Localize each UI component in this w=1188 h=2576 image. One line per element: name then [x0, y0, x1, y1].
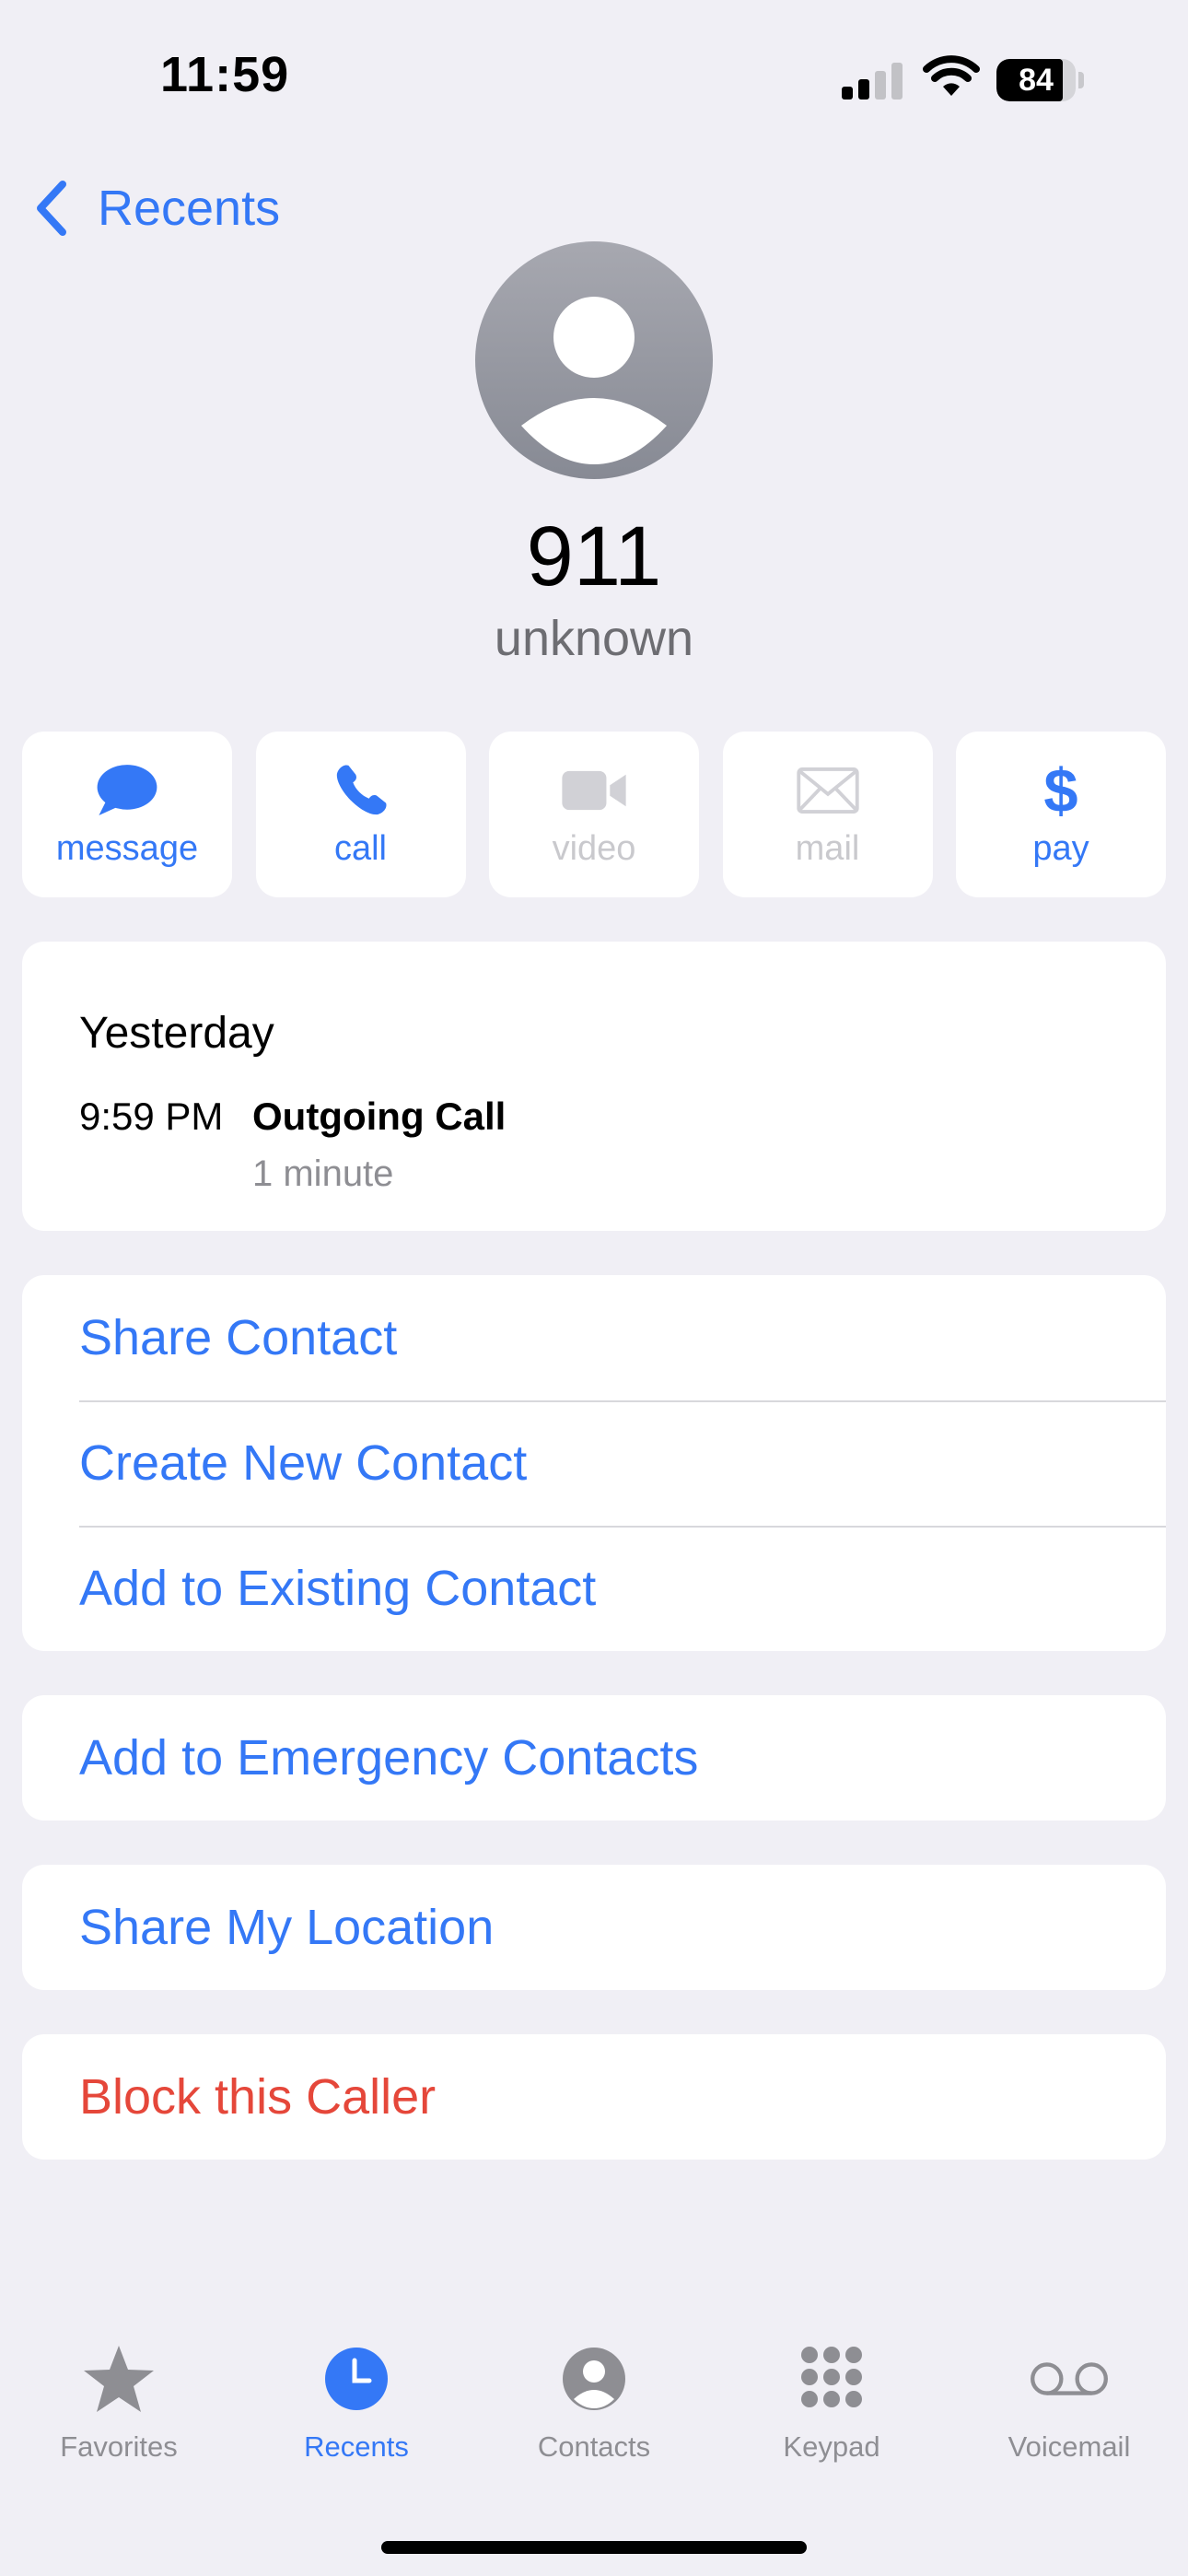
person-circle-icon — [563, 2348, 625, 2410]
cellular-signal-icon — [842, 63, 903, 100]
message-label: message — [55, 829, 199, 868]
video-button[interactable]: video — [489, 732, 699, 897]
keypad-icon — [801, 2347, 862, 2407]
home-indicator — [381, 2541, 807, 2554]
tab-recents[interactable]: Recents — [238, 2340, 475, 2478]
call-time: 9:59 PM — [79, 1095, 224, 1138]
tab-bar: Favorites Recents Contacts Keypad Voicem… — [0, 2340, 1188, 2478]
mail-button[interactable]: mail — [722, 732, 933, 897]
add-to-emergency-contacts-button[interactable]: Add to Emergency Contacts — [79, 1695, 1166, 1821]
voicemail-icon — [1031, 2362, 1108, 2395]
tab-label: Keypad — [783, 2430, 880, 2463]
contact-options-card: Share Contact Create New Contact Add to … — [22, 1275, 1166, 1651]
battery-icon: 84 — [996, 59, 1085, 101]
pay-button[interactable]: $ pay — [956, 732, 1166, 897]
tab-keypad[interactable]: Keypad — [713, 2340, 950, 2478]
contact-label: unknown — [494, 611, 694, 666]
contact-number: 911 — [526, 509, 662, 603]
call-history-card: Yesterday 9:59 PM Outgoing Call 1 minute — [22, 942, 1166, 1231]
tab-favorites[interactable]: Favorites — [0, 2340, 238, 2478]
quick-actions: message call video mail $ pay — [22, 732, 1166, 897]
emergency-card: Add to Emergency Contacts — [22, 1695, 1166, 1821]
message-button[interactable]: message — [22, 732, 232, 897]
phone-icon — [336, 765, 387, 815]
call-button[interactable]: call — [255, 732, 466, 897]
share-my-location-button[interactable]: Share My Location — [79, 1865, 1166, 1990]
tab-label: Recents — [304, 2430, 409, 2463]
location-card: Share My Location — [22, 1865, 1166, 1990]
pay-label: pay — [1032, 829, 1089, 868]
tab-voicemail[interactable]: Voicemail — [950, 2340, 1188, 2478]
mail-label: mail — [795, 829, 860, 868]
dollar-icon: $ — [1043, 758, 1077, 823]
status-time: 11:59 — [160, 47, 290, 102]
tab-label: Favorites — [60, 2430, 178, 2463]
call-duration: 1 minute — [252, 1153, 394, 1194]
call-day: Yesterday — [79, 1009, 274, 1058]
battery-level: 84 — [1019, 63, 1054, 98]
star-icon — [84, 2346, 154, 2412]
tab-label: Contacts — [537, 2430, 651, 2463]
message-bubble-icon — [97, 765, 157, 815]
share-contact-button[interactable]: Share Contact — [79, 1275, 1166, 1402]
block-card: Block this Caller — [22, 2034, 1166, 2160]
chevron-left-icon — [37, 181, 66, 236]
create-new-contact-button[interactable]: Create New Contact — [79, 1400, 1166, 1528]
add-to-existing-contact-button[interactable]: Add to Existing Contact — [79, 1526, 1166, 1651]
svg-text:$: $ — [1043, 758, 1077, 823]
video-label: video — [552, 829, 636, 868]
person-silhouette-icon — [521, 297, 667, 464]
back-label: Recents — [98, 181, 281, 236]
video-camera-icon — [562, 770, 626, 811]
clock-icon — [325, 2348, 388, 2410]
tab-contacts[interactable]: Contacts — [475, 2340, 713, 2478]
tab-label: Voicemail — [1007, 2430, 1131, 2463]
call-label: call — [333, 829, 388, 868]
back-button[interactable]: Recents — [33, 175, 280, 241]
mail-envelope-icon — [796, 767, 859, 814]
block-caller-button[interactable]: Block this Caller — [79, 2034, 1166, 2160]
contact-avatar — [475, 241, 713, 479]
wifi-icon — [923, 55, 980, 96]
call-type: Outgoing Call — [252, 1095, 507, 1138]
